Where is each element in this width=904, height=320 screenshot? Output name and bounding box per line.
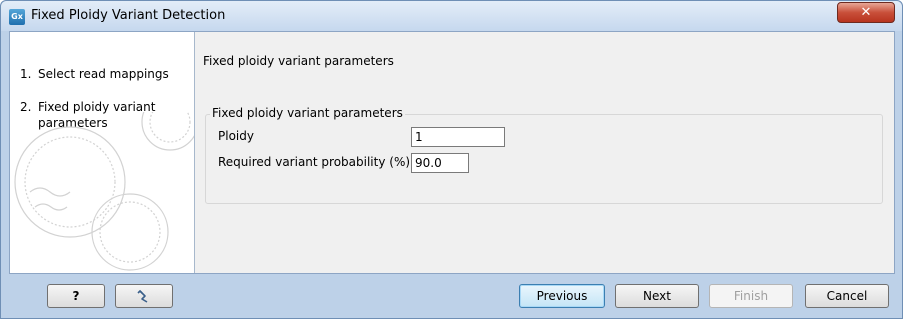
finish-button[interactable]: Finish: [709, 284, 793, 308]
dna-watermark-icon: [14, 112, 194, 271]
variant-probability-input[interactable]: 90.0: [411, 153, 469, 173]
title-bar[interactable]: Gx Fixed Ploidy Variant Detection ✕: [1, 1, 902, 31]
steps-pane: 1. Select read mappings 2. Fixed ploidy …: [10, 32, 195, 273]
ploidy-label: Ploidy: [218, 129, 254, 143]
parameters-group: Fixed ploidy variant parameters Ploidy 1…: [205, 106, 883, 204]
reset-icon: [137, 289, 148, 303]
previous-button[interactable]: Previous: [519, 284, 605, 308]
cancel-button[interactable]: Cancel: [805, 284, 889, 308]
ploidy-input[interactable]: 1: [411, 127, 505, 147]
close-icon: ✕: [860, 5, 872, 20]
section-title: Fixed ploidy variant parameters: [203, 54, 394, 68]
group-title: Fixed ploidy variant parameters: [210, 106, 405, 120]
close-button[interactable]: ✕: [837, 2, 895, 23]
variant-probability-label: Required variant probability (%): [218, 155, 411, 169]
step-label: Select read mappings: [38, 67, 169, 81]
reset-button[interactable]: [115, 284, 173, 308]
step-number: 1.: [20, 67, 32, 81]
app-icon: Gx: [9, 9, 25, 25]
parameters-pane: Fixed ploidy variant parameters Fixed pl…: [195, 32, 894, 273]
help-button[interactable]: ?: [47, 284, 105, 308]
next-button[interactable]: Next: [615, 284, 699, 308]
window-title: Fixed Ploidy Variant Detection: [31, 8, 226, 23]
dialog-window: Gx Fixed Ploidy Variant Detection ✕ 1. S…: [0, 0, 903, 319]
dialog-content: 1. Select read mappings 2. Fixed ploidy …: [9, 31, 895, 274]
